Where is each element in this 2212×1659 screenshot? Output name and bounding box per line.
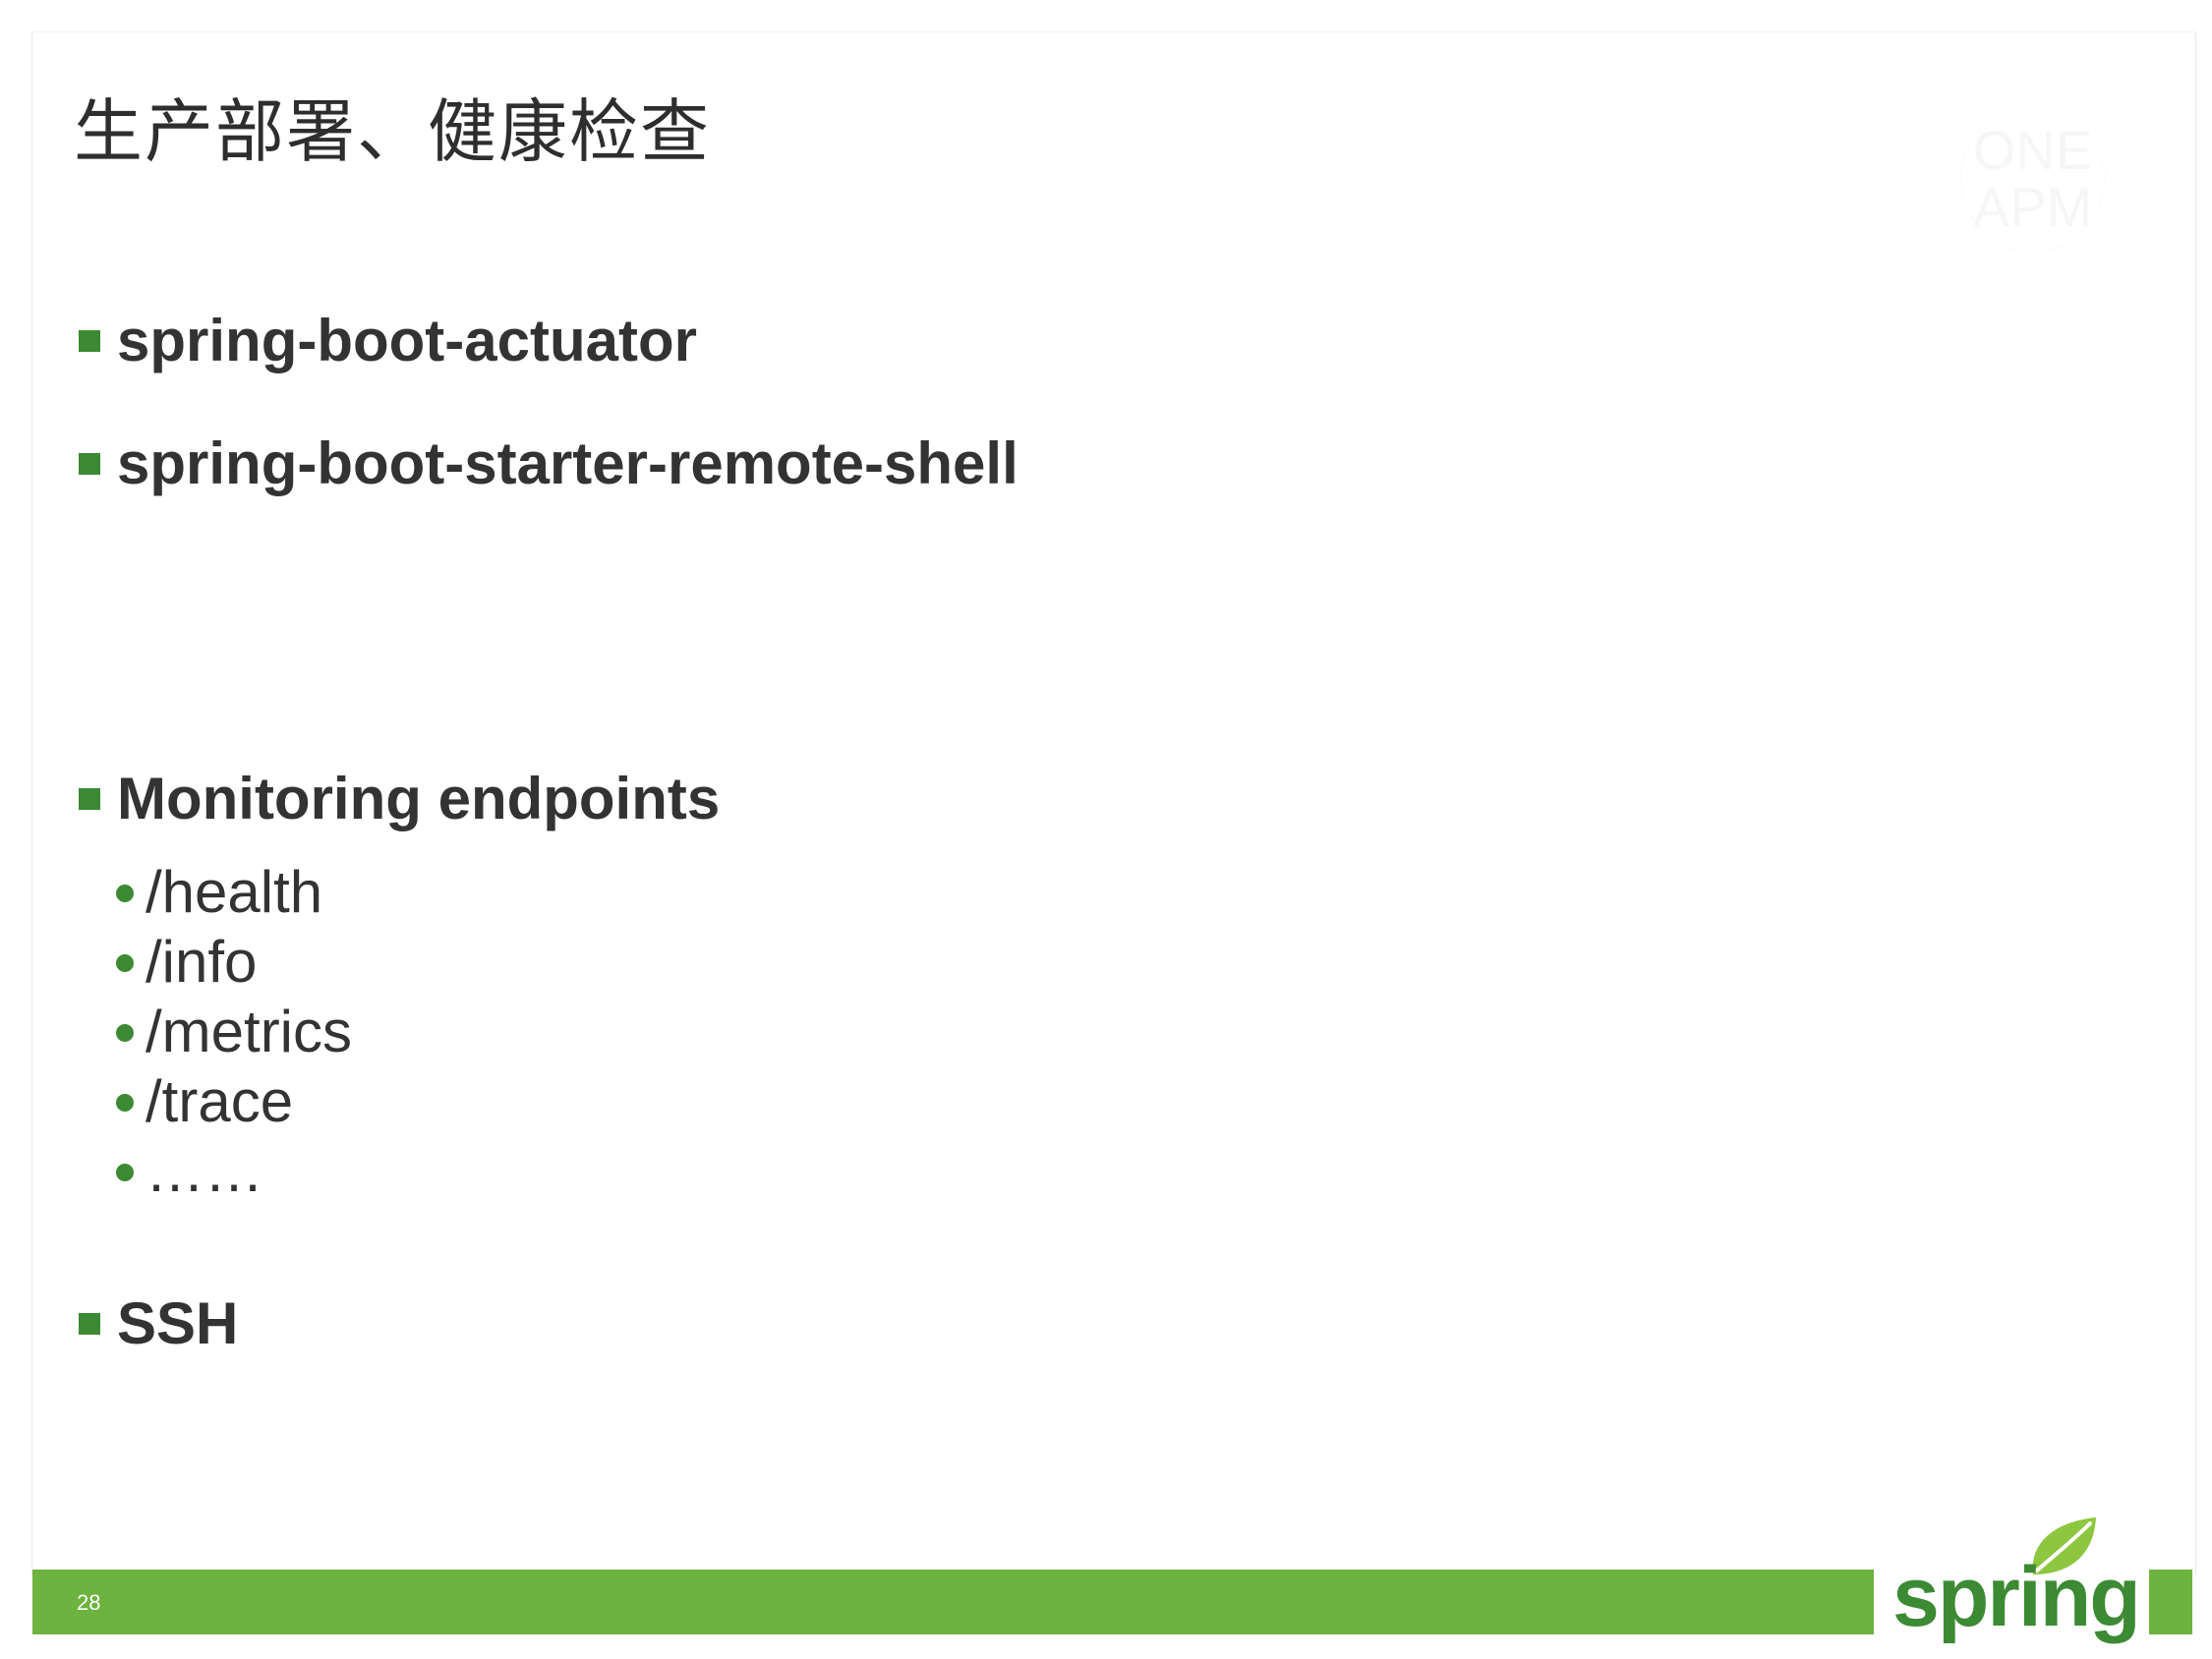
dot-bullet-icon	[116, 1094, 134, 1112]
spring-wordmark: spring	[1892, 1550, 2141, 1644]
dot-bullet-icon	[116, 1024, 134, 1042]
bullet-label: spring-boot-actuator	[117, 308, 697, 373]
square-bullet-icon	[79, 330, 100, 352]
endpoint-label: /metrics	[146, 999, 352, 1064]
dot-bullet-icon	[116, 1164, 134, 1181]
endpoint-label: /info	[146, 929, 258, 995]
watermark-text-line2: APM	[1972, 176, 2093, 238]
dot-bullet-icon	[116, 885, 134, 902]
page-number: 28	[77, 1590, 101, 1615]
endpoint-label: /trace	[146, 1068, 294, 1134]
footer-bar-end	[2149, 1570, 2192, 1634]
dot-bullet-icon	[116, 954, 134, 972]
endpoint-label: ……	[146, 1138, 263, 1204]
endpoint-label: /health	[146, 859, 323, 925]
watermark-text-line1: ONE	[1972, 119, 2093, 181]
watermark-logo: ONE APM	[1961, 108, 2104, 251]
bullet-label: Monitoring endpoints	[117, 766, 721, 831]
square-bullet-icon	[79, 1313, 100, 1335]
bullet-label: SSH	[117, 1290, 239, 1356]
footer-bar	[32, 1570, 1874, 1634]
spring-logo: spring	[1892, 1514, 2141, 1651]
square-bullet-icon	[79, 453, 100, 475]
slide-title: 生产部署、健康检查	[74, 91, 711, 172]
bullet-label: spring-boot-starter-remote-shell	[117, 430, 1019, 496]
square-bullet-icon	[79, 788, 100, 810]
